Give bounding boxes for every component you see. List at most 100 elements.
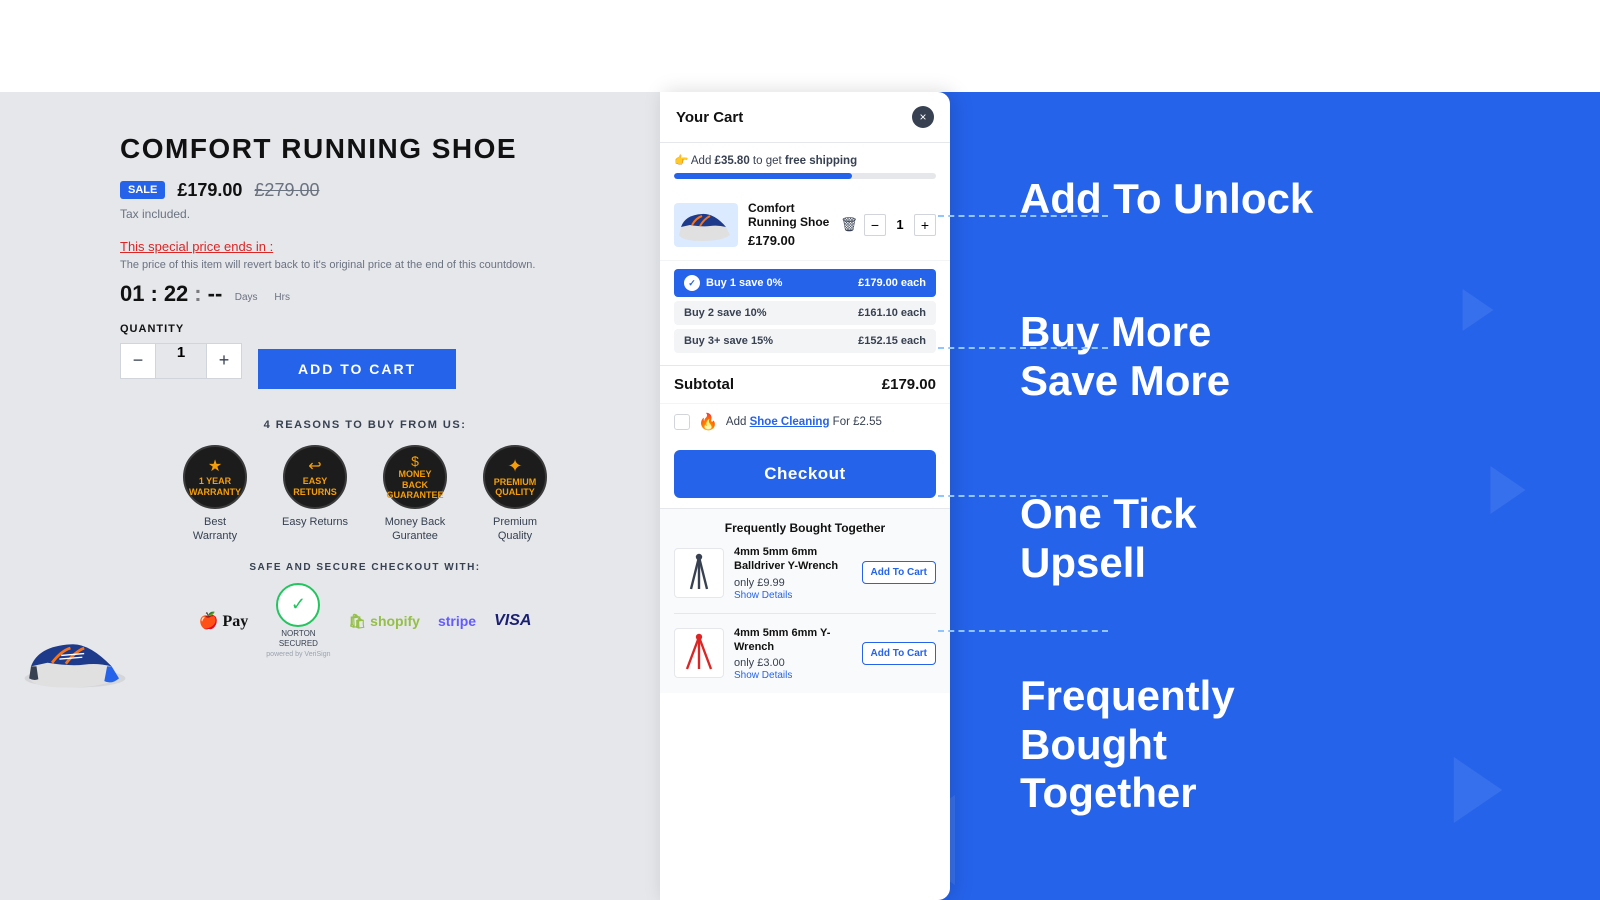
subtotal-row: Subtotal £179.00 bbox=[660, 365, 950, 403]
norton-badge: ✓ NORTONSECUREDpowered by VeriSign bbox=[266, 583, 330, 660]
tier-row-3[interactable]: Buy 3+ save 15% £152.15 each bbox=[674, 329, 936, 353]
shopify-logo: 🛍 shopify bbox=[349, 613, 420, 630]
fbt-item-2-name: 4mm 5mm 6mm Y-Wrench bbox=[734, 626, 852, 655]
cart-close-button[interactable]: × bbox=[912, 106, 934, 128]
secure-section: SAFE AND SECURE CHECKOUT WITH: 🍎 Pay ✓ N… bbox=[120, 562, 610, 660]
secure-title: SAFE AND SECURE CHECKOUT WITH: bbox=[120, 562, 610, 573]
countdown-section: This special price ends in : The price o… bbox=[120, 239, 610, 307]
shipping-msg-prefix: 👉 Add bbox=[674, 155, 715, 167]
header-bar bbox=[0, 0, 1600, 92]
apple-pay-logo: 🍎 Pay bbox=[199, 611, 249, 631]
reason-returns-circle: ↩ EASYRETURNS bbox=[283, 445, 347, 509]
reason-warranty-circle: ★ 1 YEARWARRANTY bbox=[183, 445, 247, 509]
reason-warranty: ★ 1 YEARWARRANTY BestWarranty bbox=[175, 445, 255, 544]
upsell-item-link[interactable]: Shoe Cleaning bbox=[750, 416, 830, 428]
fbt-item-2: 4mm 5mm 6mm Y-Wrench only £3.00 Show Det… bbox=[674, 626, 936, 682]
timer-hours: 01 bbox=[120, 281, 144, 307]
tier-row-1[interactable]: ✓ Buy 1 save 0% £179.00 each bbox=[674, 269, 936, 297]
subtotal-value: £179.00 bbox=[882, 376, 936, 393]
shipping-progress-bar-fill bbox=[674, 173, 852, 179]
fbt-item-1-name: 4mm 5mm 6mm Balldriver Y-Wrench bbox=[734, 545, 852, 574]
fbt-item-1-add-button[interactable]: Add To Cart bbox=[862, 561, 936, 584]
fbt-item-2-details: 4mm 5mm 6mm Y-Wrench only £3.00 Show Det… bbox=[734, 626, 852, 682]
tier-1-price: £179.00 each bbox=[858, 277, 926, 289]
fbt-item-1-price: only £9.99 Show Details bbox=[734, 577, 852, 601]
sale-badge: SALE bbox=[120, 181, 165, 199]
cart-item-controls: 🗑 − 1 + bbox=[840, 214, 936, 236]
price-row: SALE £179.00 £279.00 bbox=[120, 180, 610, 201]
reason-quality-label: PremiumQuality bbox=[493, 515, 537, 544]
upsell-row: 🔥 Add Shoe Cleaning For £2.55 bbox=[660, 403, 950, 440]
special-price-link[interactable]: This special price ends in : bbox=[120, 239, 610, 254]
subtotal-label: Subtotal bbox=[674, 376, 734, 393]
fbt-item-1-details: 4mm 5mm 6mm Balldriver Y-Wrench only £9.… bbox=[734, 545, 852, 601]
add-to-cart-button[interactable]: ADD TO CART bbox=[258, 349, 456, 389]
upsell-text-pre: Add bbox=[726, 416, 750, 428]
connector-1 bbox=[938, 215, 1108, 217]
countdown-timer: 01 : 22 : -- Days Hrs bbox=[120, 281, 610, 307]
countdown-description: The price of this item will revert back … bbox=[120, 258, 610, 273]
stripe-logo: stripe bbox=[438, 613, 476, 629]
tier-3-label: Buy 3+ save 15% bbox=[684, 335, 773, 347]
tier-row-2[interactable]: Buy 2 save 10% £161.10 each bbox=[674, 301, 936, 325]
tier-2-price: £161.10 each bbox=[858, 307, 926, 319]
fbt-item-1-image bbox=[674, 548, 724, 598]
fbt-title: Frequently Bought Together bbox=[674, 521, 936, 535]
shipping-message: 👉 Add £35.80 to get free shipping bbox=[674, 153, 936, 167]
cart-item-qty-minus[interactable]: − bbox=[864, 214, 886, 236]
original-price: £279.00 bbox=[254, 180, 319, 201]
connector-4 bbox=[938, 630, 1108, 632]
cart-item-image bbox=[674, 203, 738, 247]
tier-1-check-icon: ✓ bbox=[684, 275, 700, 291]
qty-plus-button[interactable]: + bbox=[206, 343, 242, 379]
shipping-progress-bar-bg bbox=[674, 173, 936, 179]
upsell-text: Add Shoe Cleaning For £2.55 bbox=[726, 416, 882, 428]
fbt-item-1: 4mm 5mm 6mm Balldriver Y-Wrench only £9.… bbox=[674, 545, 936, 614]
shipping-bar-section: 👉 Add £35.80 to get free shipping bbox=[660, 143, 950, 179]
tax-note: Tax included. bbox=[120, 207, 610, 221]
fbt-item-1-link[interactable]: Show Details bbox=[734, 590, 792, 601]
cart-item-qty-plus[interactable]: + bbox=[914, 214, 936, 236]
timer-seconds: -- bbox=[208, 281, 223, 307]
upsell-fire-icon: 🔥 bbox=[698, 412, 718, 432]
qty-label: QUANTITY bbox=[120, 323, 610, 335]
cart-panel: Your Cart × 👉 Add £35.80 to get free shi… bbox=[660, 92, 950, 900]
connector-2 bbox=[938, 347, 1108, 349]
tier-1-label: Buy 1 save 0% bbox=[706, 277, 782, 289]
fbt-item-2-add-button[interactable]: Add To Cart bbox=[862, 642, 936, 665]
annotation-fbt: FrequentlyBoughtTogether bbox=[1020, 672, 1540, 817]
quantity-control: − 1 + bbox=[120, 343, 242, 379]
timer-colon2: : bbox=[194, 281, 201, 307]
cart-item-price: £179.00 bbox=[748, 233, 830, 248]
timer-colon: : bbox=[150, 281, 157, 307]
fbt-section: Frequently Bought Together 4mm 5mm 6mm B… bbox=[660, 508, 950, 693]
cart-item-delete-button[interactable]: 🗑 bbox=[840, 216, 858, 233]
shipping-msg-suffix: to get bbox=[750, 155, 785, 167]
tier-2-label: Buy 2 save 10% bbox=[684, 307, 767, 319]
cart-title: Your Cart bbox=[676, 109, 743, 126]
reason-quality-circle: ✦ PREMIUMQUALITY bbox=[483, 445, 547, 509]
fbt-item-2-image bbox=[674, 628, 724, 678]
reason-money-back: $ MONEY BACKGUARANTEE Money BackGurantee bbox=[375, 445, 455, 544]
cart-item-details: Comfort Running Shoe £179.00 bbox=[748, 201, 830, 248]
shipping-free: free shipping bbox=[785, 155, 857, 167]
timer-hrs-label: Hrs bbox=[274, 292, 290, 303]
reasons-title: 4 REASONS TO BUY FROM US: bbox=[120, 419, 610, 431]
reason-returns: ↩ EASYRETURNS Easy Returns bbox=[275, 445, 355, 544]
qty-minus-button[interactable]: − bbox=[120, 343, 156, 379]
product-title: COMFORT RUNNING SHOE bbox=[120, 132, 610, 166]
reason-warranty-label: BestWarranty bbox=[193, 515, 237, 544]
fbt-item-2-link[interactable]: Show Details bbox=[734, 670, 792, 681]
reason-returns-label: Easy Returns bbox=[282, 515, 348, 529]
annotation-buy-more: Buy MoreSave More bbox=[1020, 308, 1540, 405]
checkout-button[interactable]: Checkout bbox=[674, 450, 936, 498]
upsell-checkbox[interactable] bbox=[674, 414, 690, 430]
shoe-image bbox=[20, 625, 130, 700]
payment-logos: 🍎 Pay ✓ NORTONSECUREDpowered by VeriSign… bbox=[120, 583, 610, 660]
current-price: £179.00 bbox=[177, 180, 242, 201]
reasons-section: 4 REASONS TO BUY FROM US: ★ 1 YEARWARRAN… bbox=[120, 419, 610, 544]
cart-item: Comfort Running Shoe £179.00 🗑 − 1 + bbox=[660, 189, 950, 261]
norton-text: NORTONSECUREDpowered by VeriSign bbox=[266, 629, 330, 660]
product-page: COMFORT RUNNING SHOE SALE £179.00 £279.0… bbox=[0, 92, 660, 900]
qty-value: 1 bbox=[156, 343, 206, 379]
